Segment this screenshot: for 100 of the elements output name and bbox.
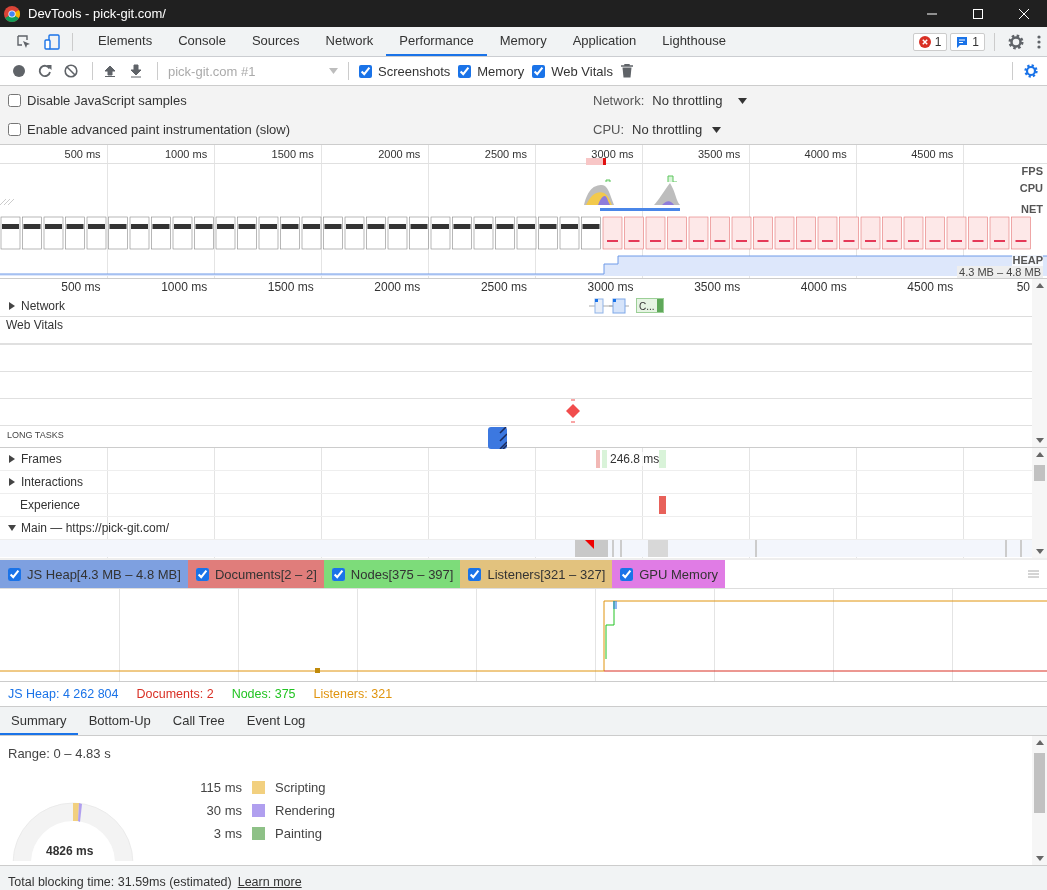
counter-value: Nodes: 375: [231, 687, 296, 701]
time-tick: 4500 ms: [906, 279, 955, 296]
checkbox[interactable]: [532, 64, 546, 78]
counter-toggle[interactable]: Nodes[375 – 397]: [323, 560, 461, 588]
checkbox-label: Enable advanced paint instrumentation (slow): [27, 122, 291, 137]
time-tick: 2000 ms: [377, 147, 422, 162]
track-label: Experience: [19, 497, 81, 514]
time-tick: 4000 ms: [799, 279, 848, 296]
scroll-down-icon[interactable]: [1035, 856, 1044, 861]
counter-toggle[interactable]: GPU Memory: [612, 560, 725, 588]
caret-icon: [712, 126, 722, 133]
panel-tab[interactable]: Elements: [85, 27, 166, 56]
throttling-dropdown[interactable]: No throttling: [632, 122, 722, 137]
details-tab[interactable]: Bottom-Up: [77, 707, 162, 735]
network-request-bar[interactable]: C...: [636, 298, 664, 313]
maximize-icon[interactable]: [972, 7, 984, 20]
status-text: Total blocking time: 31.59ms (estimated): [8, 874, 232, 889]
message-count-badge[interactable]: 1: [950, 32, 985, 51]
diamond-marker-icon: [565, 399, 581, 423]
details-tab[interactable]: Call Tree: [161, 707, 236, 735]
counter-toggle[interactable]: JS Heap[4.3 MB – 4.8 MB]: [0, 560, 188, 588]
message-icon: [956, 35, 969, 48]
time-tick: 2000 ms: [373, 279, 422, 296]
checkbox[interactable]: [8, 94, 21, 107]
trash-icon[interactable]: [620, 64, 633, 78]
scroll-up-icon[interactable]: [1035, 452, 1044, 457]
time-tick: 3000 ms: [590, 147, 635, 162]
frame-bar-drawing: [659, 450, 666, 468]
heap-range: 4.3 MB – 4.8 MB: [957, 266, 1043, 278]
checkbox[interactable]: [195, 567, 209, 581]
throttling-label: Network:: [593, 93, 645, 108]
device-toolbar-icon[interactable]: [44, 33, 60, 50]
time-tick: 3500 ms: [693, 279, 742, 296]
panel-tab[interactable]: Lighthouse: [649, 27, 739, 56]
expand-arrow-icon: [8, 455, 16, 463]
settings-icon[interactable]: [1007, 32, 1025, 51]
section-label: Web Vitals: [5, 317, 64, 334]
checkbox[interactable]: [359, 64, 372, 78]
window-title: DevTools - pick-git.com/: [28, 6, 166, 21]
track-label: HEAP: [1012, 254, 1043, 266]
layout-shift-marker-icon: [659, 496, 666, 514]
clear-icon[interactable]: [64, 64, 78, 78]
long-task-marker-icon: [488, 427, 507, 449]
error-icon: [918, 35, 931, 48]
reload-icon[interactable]: [38, 64, 52, 78]
panel-tab[interactable]: Memory: [486, 27, 560, 56]
panel-tab[interactable]: Sources: [238, 27, 313, 56]
close-icon[interactable]: [1018, 7, 1030, 20]
track-header[interactable]: Main — https://pick-git.com/: [0, 518, 170, 538]
time-tick: 500 ms: [60, 279, 102, 296]
scroll-up-icon[interactable]: [1035, 740, 1044, 745]
category-label: Scripting: [275, 780, 326, 795]
caret-icon: [738, 97, 748, 104]
scroll-down-icon[interactable]: [1035, 438, 1044, 443]
scrollbar-thumb[interactable]: [1034, 753, 1045, 813]
scroll-up-icon[interactable]: [1035, 283, 1044, 288]
counter-value: Documents: 2: [136, 687, 214, 701]
panel-tab[interactable]: Performance: [386, 27, 487, 56]
track-header[interactable]: Network: [0, 296, 65, 316]
counter-toggle[interactable]: Listeners[321 – 327]: [460, 560, 613, 588]
time-tick: 4500 ms: [910, 147, 955, 162]
panel-tab[interactable]: Application: [559, 27, 650, 56]
category-duration: 30 ms: [205, 803, 242, 818]
frame-duration: 246.8 ms: [610, 452, 660, 466]
scroll-down-icon[interactable]: [1035, 549, 1044, 554]
time-tick: 1000 ms: [160, 279, 209, 296]
record-icon[interactable]: [12, 64, 26, 78]
category-label: Rendering: [275, 803, 335, 818]
details-tab[interactable]: Summary: [0, 707, 78, 735]
upload-icon[interactable]: [103, 64, 117, 78]
track-header[interactable]: Frames: [0, 449, 62, 469]
checkbox[interactable]: [331, 567, 345, 581]
checkbox[interactable]: [458, 64, 472, 78]
inspect-icon[interactable]: [16, 33, 32, 50]
track-label: CPU: [1019, 182, 1043, 194]
checkbox[interactable]: [620, 567, 634, 581]
caret-icon: [329, 68, 338, 74]
panel-tab[interactable]: Network: [312, 27, 387, 56]
scrollbar-thumb[interactable]: [1034, 465, 1045, 481]
checkbox[interactable]: [8, 123, 21, 136]
track-header[interactable]: Interactions: [0, 472, 84, 492]
panel-tab[interactable]: Console: [165, 27, 239, 56]
time-tick: 2500 ms: [483, 147, 528, 162]
checkbox-label: Web Vitals: [551, 63, 613, 79]
checkbox[interactable]: [8, 567, 21, 581]
details-tab[interactable]: Event Log: [235, 707, 317, 735]
category-duration: 3 ms: [212, 826, 242, 841]
settings-icon[interactable]: [1023, 63, 1039, 79]
learn-more-link[interactable]: Learn more: [237, 874, 302, 889]
time-tick: 1500 ms: [270, 147, 315, 162]
checkbox[interactable]: [468, 567, 482, 581]
counter-toggle[interactable]: Documents[2 – 2]: [187, 560, 324, 588]
expand-arrow-icon: [8, 302, 16, 310]
track-label: NET: [1021, 203, 1043, 215]
download-icon[interactable]: [129, 64, 143, 78]
throttling-dropdown[interactable]: No throttling: [652, 93, 748, 108]
counter-value: JS Heap: 4 262 804: [8, 687, 119, 701]
counter-value: Listeners: 321: [313, 687, 393, 701]
error-count-badge[interactable]: 1: [912, 32, 948, 51]
more-options-icon[interactable]: [1037, 33, 1041, 50]
